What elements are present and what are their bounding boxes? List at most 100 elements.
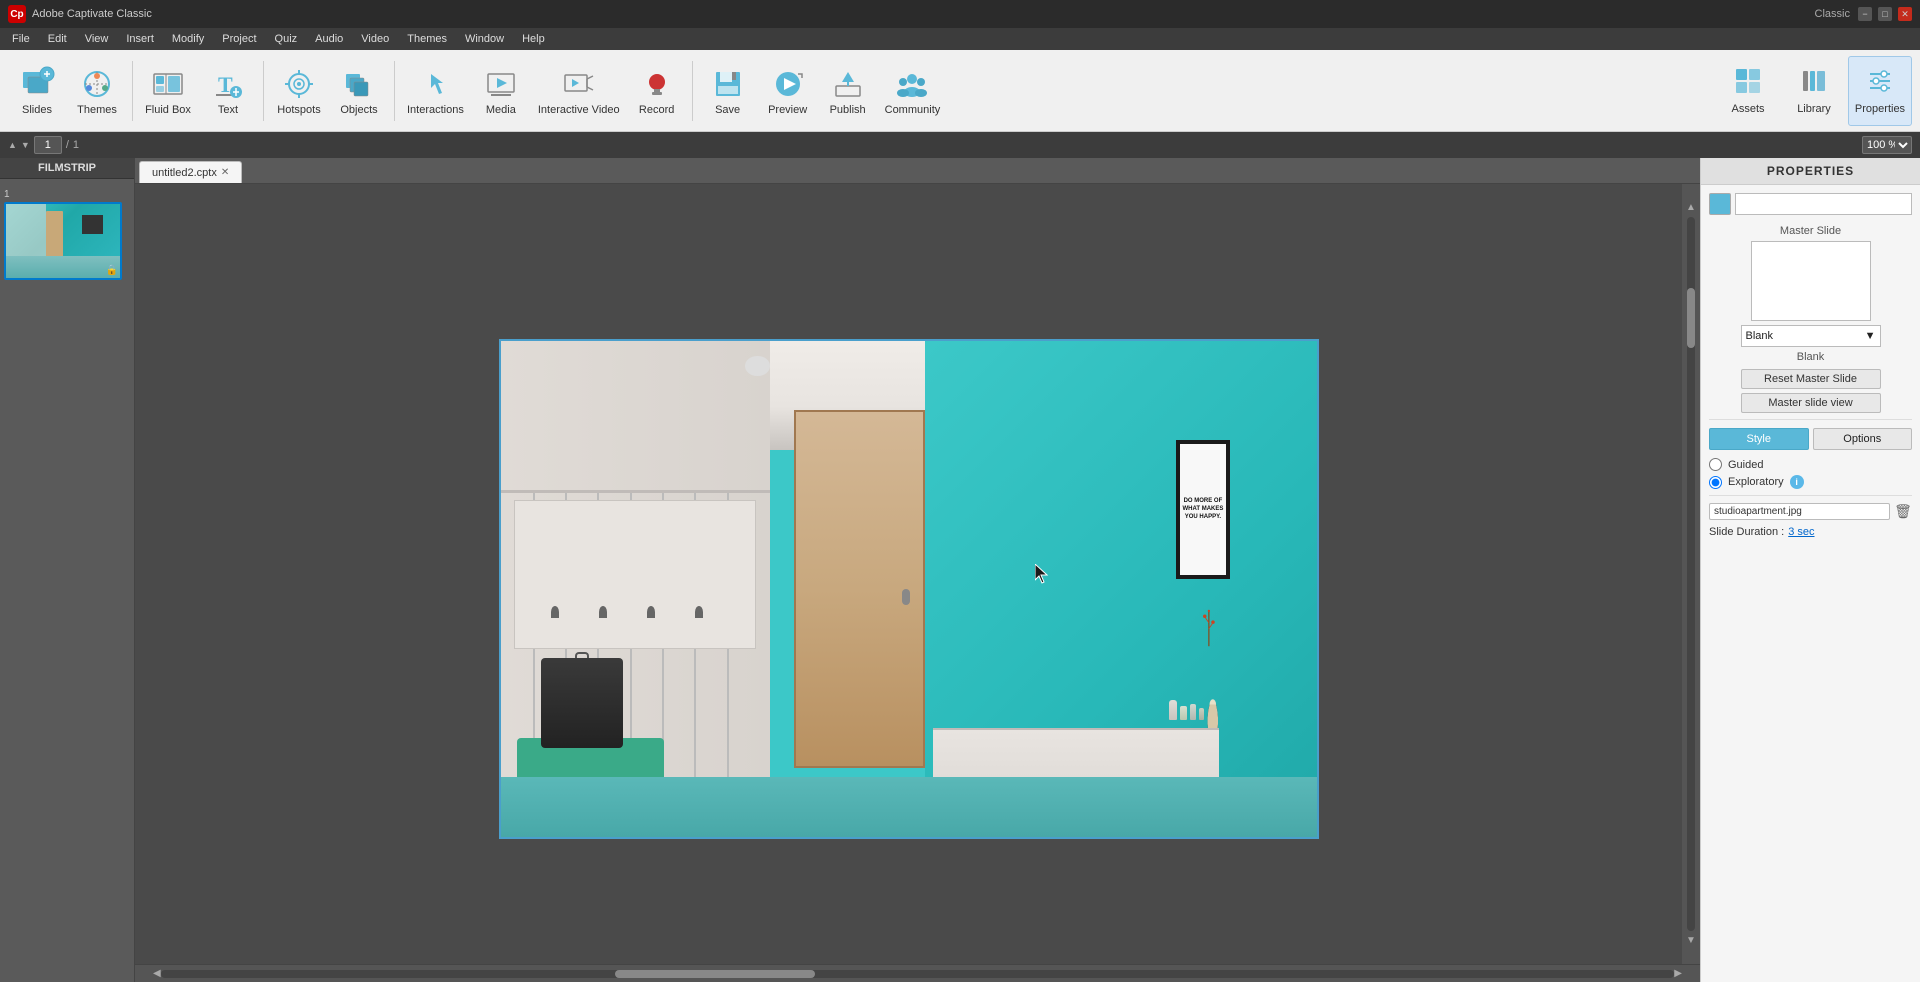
master-slide-dropdown[interactable]: Blank ▼ <box>1741 325 1881 347</box>
properties-content: Master Slide Blank ▼ Blank Reset Master … <box>1701 185 1920 982</box>
preview-icon <box>770 66 806 102</box>
color-input-row <box>1709 193 1912 215</box>
vscroll-up-button[interactable]: ▲ <box>1686 202 1696 213</box>
thumb-frame <box>82 215 103 234</box>
toolbar-record[interactable]: Record <box>628 56 686 126</box>
toolbar-slides[interactable]: Slides <box>8 56 66 126</box>
up-arrow-icon[interactable]: ▲ <box>8 140 17 150</box>
menubar-item-view[interactable]: View <box>77 31 117 47</box>
door-handle <box>902 589 910 605</box>
master-slide-view-button[interactable]: Master slide view <box>1741 393 1881 413</box>
page-number-input[interactable] <box>34 136 62 154</box>
menubar-item-audio[interactable]: Audio <box>307 31 351 47</box>
menubar-item-help[interactable]: Help <box>514 31 553 47</box>
guided-radio[interactable] <box>1709 458 1722 471</box>
toolbar-objects[interactable]: Objects <box>330 56 388 126</box>
exploratory-radio-row: Exploratory i <box>1709 475 1912 489</box>
assets-label: Assets <box>1731 103 1764 115</box>
toolbar-save[interactable]: Save <box>699 56 757 126</box>
color-swatch[interactable] <box>1709 193 1731 215</box>
vertical-scrollbar[interactable]: ▲ ▼ <box>1682 184 1700 964</box>
room-scene: DO MORE OF WHAT MAKES YOU HAPPY. <box>501 341 1317 837</box>
canvas-wrapper: untitled2.cptx ✕ <box>135 158 1700 982</box>
tab-untitled2[interactable]: untitled2.cptx ✕ <box>139 161 242 183</box>
assets-button[interactable]: Assets <box>1716 56 1780 126</box>
toolbar-community[interactable]: Community <box>879 56 947 126</box>
horizontal-scrollbar[interactable]: ◀ ▶ <box>135 964 1700 982</box>
close-button[interactable]: ✕ <box>1898 7 1912 21</box>
minimize-button[interactable]: − <box>1858 7 1872 21</box>
menubar-item-modify[interactable]: Modify <box>164 31 212 47</box>
deco-items <box>1169 700 1204 720</box>
dropdown-value: Blank <box>1746 330 1774 342</box>
hotspots-label: Hotspots <box>277 104 320 116</box>
vscroll-thumb[interactable] <box>1687 288 1695 348</box>
slide-thumbnail[interactable]: 🔒 <box>4 202 122 280</box>
hscroll-track[interactable] <box>161 970 1675 978</box>
pagebar: ▲ ▼ / 1 100 % 75 % 50 % 150 % <box>0 132 1920 158</box>
toolbar-hotspots[interactable]: Hotspots <box>270 56 328 126</box>
library-label: Library <box>1797 103 1831 115</box>
color-text-input[interactable] <box>1735 193 1912 215</box>
toolbar-preview[interactable]: Preview <box>759 56 817 126</box>
properties-label: Properties <box>1855 103 1905 115</box>
menubar-item-themes[interactable]: Themes <box>399 31 455 47</box>
bg-image-delete-button[interactable]: 🗑 <box>1894 502 1912 520</box>
slide-number: 1 <box>4 187 130 202</box>
menubar-item-project[interactable]: Project <box>214 31 264 47</box>
maximize-button[interactable]: □ <box>1878 7 1892 21</box>
menubar-item-insert[interactable]: Insert <box>118 31 162 47</box>
info-icon[interactable]: i <box>1790 475 1804 489</box>
down-arrow-icon[interactable]: ▼ <box>21 140 30 150</box>
hscroll-thumb[interactable] <box>615 970 815 978</box>
library-button[interactable]: Library <box>1782 56 1846 126</box>
slides-label: Slides <box>22 104 52 116</box>
bag <box>541 658 623 747</box>
background-image-row: studioapartment.jpg 🗑 <box>1709 502 1912 520</box>
exploratory-label: Exploratory <box>1728 476 1784 488</box>
toolbar-publish[interactable]: Publish <box>819 56 877 126</box>
master-slide-label: Master Slide <box>1709 225 1912 237</box>
slide-duration-label: Slide Duration : <box>1709 526 1784 538</box>
vscroll-down-button[interactable]: ▼ <box>1686 935 1696 946</box>
toolbar-fluid-box[interactable]: Fluid Box <box>139 56 197 126</box>
text-icon: T <box>210 66 246 102</box>
themes-icon <box>79 66 115 102</box>
bg-image-label: studioapartment.jpg <box>1709 503 1890 520</box>
properties-button[interactable]: Properties <box>1848 56 1912 126</box>
slide-duration-value[interactable]: 3 sec <box>1788 526 1814 538</box>
library-icon <box>1800 67 1828 101</box>
style-tab-button[interactable]: Style <box>1709 428 1809 450</box>
reset-master-slide-button[interactable]: Reset Master Slide <box>1741 369 1881 389</box>
toolbar-themes[interactable]: Themes <box>68 56 126 126</box>
zoom-select[interactable]: 100 % 75 % 50 % 150 % <box>1862 136 1912 154</box>
community-icon <box>894 66 930 102</box>
publish-icon <box>830 66 866 102</box>
toolbar-interactions[interactable]: Interactions <box>401 56 470 126</box>
properties-panel: PROPERTIES Master Slide Blank ▼ Blank Re… <box>1700 158 1920 982</box>
text-label: Text <box>218 104 238 116</box>
options-tab-button[interactable]: Options <box>1813 428 1913 450</box>
menubar-item-video[interactable]: Video <box>353 31 397 47</box>
menubar-item-window[interactable]: Window <box>457 31 512 47</box>
hscroll-right-button[interactable]: ▶ <box>1674 968 1682 979</box>
slide-canvas[interactable]: DO MORE OF WHAT MAKES YOU HAPPY. <box>499 339 1319 839</box>
menubar-item-file[interactable]: File <box>4 31 38 47</box>
canvas-main[interactable]: DO MORE OF WHAT MAKES YOU HAPPY. <box>135 184 1682 964</box>
tab-close-icon[interactable]: ✕ <box>221 167 229 178</box>
picture-inner: DO MORE OF WHAT MAKES YOU HAPPY. <box>1180 444 1227 575</box>
fluid-box-icon <box>150 66 186 102</box>
canvas-inner: DO MORE OF WHAT MAKES YOU HAPPY. <box>135 184 1700 964</box>
hscroll-left-button[interactable]: ◀ <box>153 968 161 979</box>
menubar-item-edit[interactable]: Edit <box>40 31 75 47</box>
thumb-floor <box>6 256 120 278</box>
tab-label: untitled2.cptx <box>152 167 217 179</box>
exploratory-radio[interactable] <box>1709 476 1722 489</box>
objects-icon <box>341 66 377 102</box>
toolbar-interactive-video[interactable]: Interactive Video <box>532 56 626 126</box>
toolbar-media[interactable]: Media <box>472 56 530 126</box>
toolbar-sep-4 <box>692 61 693 121</box>
vscroll-track[interactable] <box>1687 217 1695 931</box>
toolbar-text[interactable]: T Text <box>199 56 257 126</box>
menubar-item-quiz[interactable]: Quiz <box>267 31 306 47</box>
